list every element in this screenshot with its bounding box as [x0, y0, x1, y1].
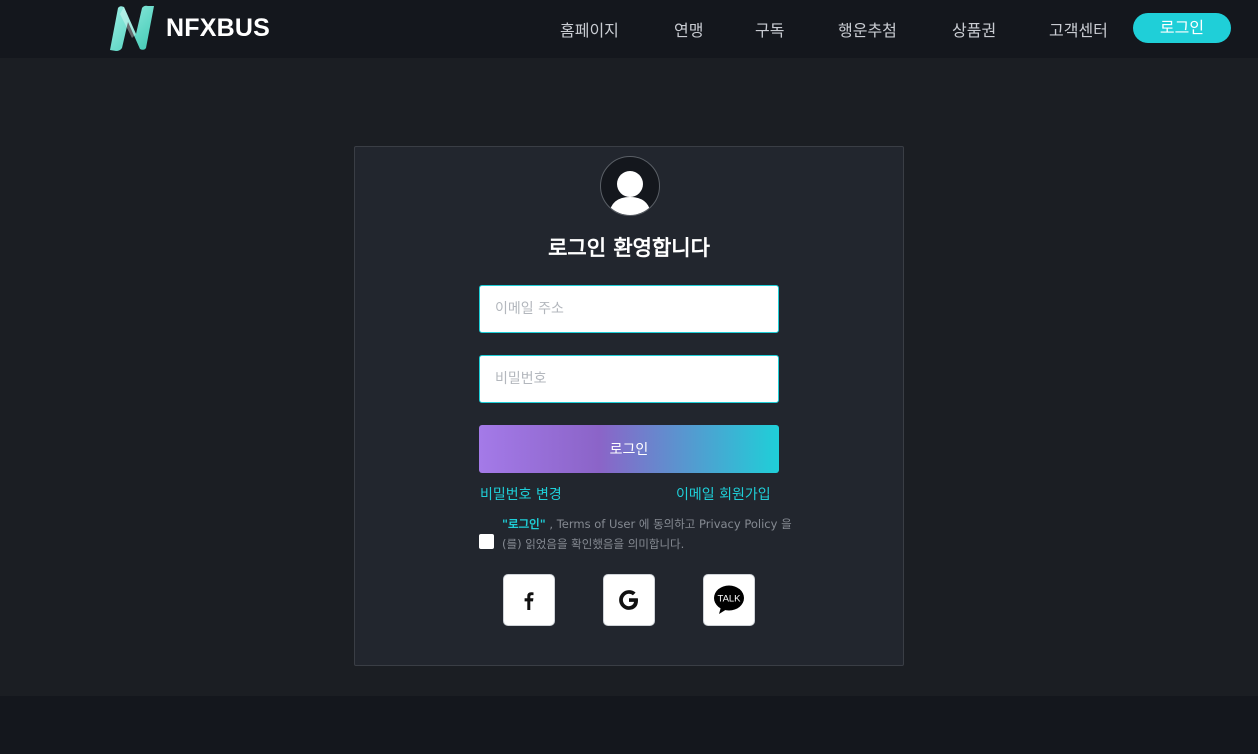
header-login-button[interactable]: 로그인: [1133, 13, 1231, 43]
user-avatar-icon: [600, 156, 660, 216]
nav-alliance[interactable]: 연맹: [674, 17, 703, 41]
top-header: NFXBUS 홈페이지 연맹 구독 행운추첨 상품권 고객센터 로그인: [0, 0, 1258, 58]
google-login-button[interactable]: [603, 574, 655, 626]
kakaotalk-icon: TALK: [714, 585, 744, 614]
page-footer: [0, 696, 1258, 754]
facebook-icon: [524, 592, 534, 610]
google-icon: [619, 590, 638, 610]
terms-notice: "로그인" , Terms of User 에 동의하고 Privacy Pol…: [502, 514, 802, 554]
change-password-link[interactable]: 비밀번호 변경: [480, 484, 562, 504]
password-input[interactable]: [479, 355, 779, 403]
kakaotalk-label: TALK: [717, 594, 741, 605]
login-title: 로그인 환영합니다: [548, 236, 710, 260]
email-signup-link[interactable]: 이메일 회원가입: [676, 484, 771, 504]
nav-lucky-draw[interactable]: 행운추첨: [838, 17, 897, 41]
nav-subscribe[interactable]: 구독: [755, 17, 784, 41]
nav-support[interactable]: 고객센터: [1049, 17, 1108, 41]
nav-voucher[interactable]: 상품권: [952, 17, 996, 41]
terms-checkbox[interactable]: [479, 534, 494, 549]
terms-body: , Terms of User 에 동의하고 Privacy Policy 을(…: [502, 517, 792, 551]
email-input[interactable]: [479, 285, 779, 333]
main-nav: 홈페이지 연맹 구독 행운추첨 상품권 고객센터 로그인: [0, 0, 1258, 58]
login-card: 로그인 환영합니다 로그인 비밀번호 변경 이메일 회원가입 "로그인" , T…: [354, 146, 904, 666]
nav-home[interactable]: 홈페이지: [560, 17, 619, 41]
facebook-login-button[interactable]: [503, 574, 555, 626]
kakaotalk-login-button[interactable]: TALK: [703, 574, 755, 626]
terms-highlight: "로그인": [502, 517, 546, 531]
login-submit-button[interactable]: 로그인: [479, 425, 779, 473]
